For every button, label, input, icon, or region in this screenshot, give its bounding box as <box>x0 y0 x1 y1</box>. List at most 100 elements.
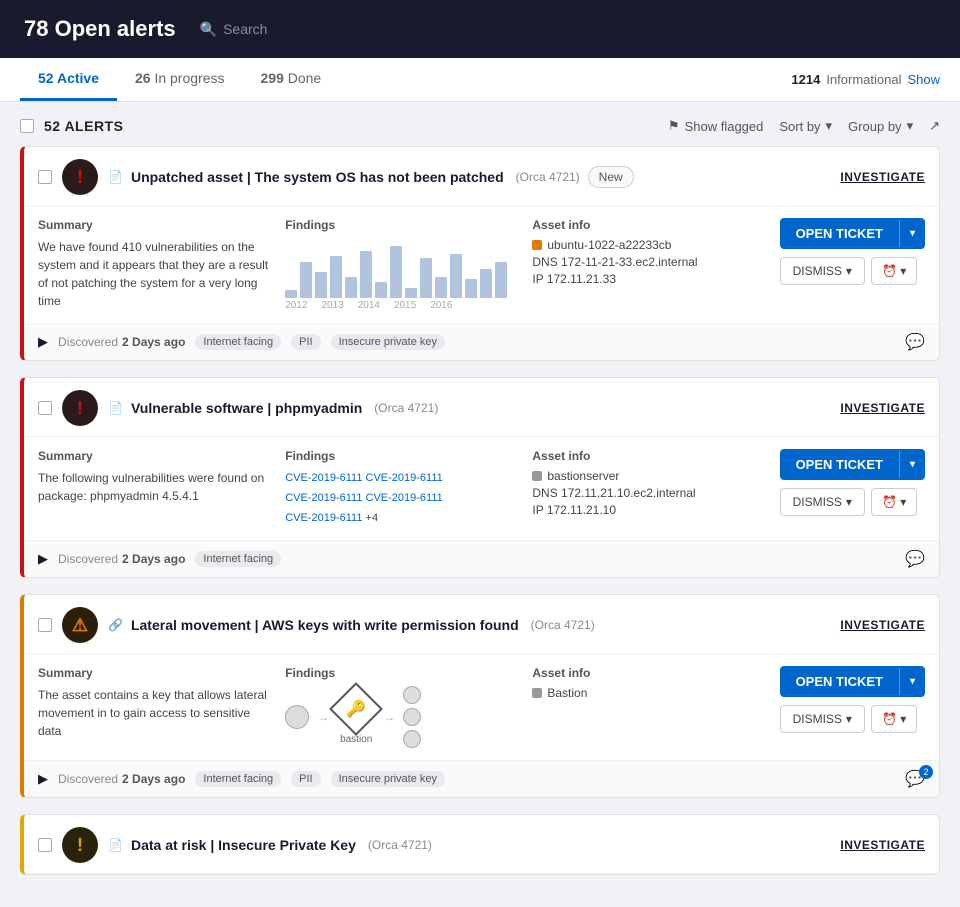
dismiss-button-3[interactable]: DISMISS ▾ <box>780 705 865 733</box>
tab-active[interactable]: 52 Active <box>20 58 117 101</box>
asset-name-1: ubuntu-1022-a22233cb <box>532 238 763 252</box>
summary-section-2: Summary The following vulnerabilities we… <box>38 449 269 528</box>
expand-icon-1[interactable]: ▶ <box>38 334 48 350</box>
chart-bar <box>285 290 297 298</box>
asset-section-3: Asset info Bastion <box>532 666 763 748</box>
page-title: 78 Open alerts <box>24 16 176 42</box>
chart-bar <box>345 277 357 298</box>
lm-arrow-1: → <box>317 710 329 724</box>
summary-section-3: Summary The asset contains a key that al… <box>38 666 269 748</box>
tag-insecure-key-3[interactable]: Insecure private key <box>331 771 445 787</box>
chat-badge-3: 2 <box>919 765 933 779</box>
investigate-link-3[interactable]: INVESTIGATE <box>840 618 925 632</box>
chat-icon-2[interactable]: 💬 <box>905 551 925 568</box>
alert-title-area-2: 📄 Vulnerable software | phpmyadmin (Orca… <box>108 400 438 416</box>
chart-bar <box>435 277 447 298</box>
key-icon: 🔑 <box>346 699 366 719</box>
dismiss-button-2[interactable]: DISMISS ▾ <box>780 488 865 516</box>
findings-section-3: Findings → 🔑 bastion → <box>285 666 516 748</box>
severity-icon-4: ! <box>62 827 98 863</box>
snooze-button-3[interactable]: ⏰ ▾ <box>871 705 917 733</box>
investigate-link-1[interactable]: INVESTIGATE <box>840 170 925 184</box>
asset-name-2: bastionserver <box>532 469 763 483</box>
alert-checkbox-2[interactable] <box>38 401 52 415</box>
alert-header-left-4: ! 📄 Data at risk | Insecure Private Key … <box>38 827 432 863</box>
discovered-text-2: Discovered 2 Days ago <box>58 552 185 566</box>
open-ticket-arrow-2[interactable]: ▾ <box>899 451 925 478</box>
tag-pii-3[interactable]: PII <box>291 771 320 787</box>
alert-checkbox-3[interactable] <box>38 618 52 632</box>
open-ticket-button-1[interactable]: OPEN TICKET ▾ <box>780 218 925 249</box>
mini-chart-1 <box>285 238 516 298</box>
alert-category-2: 📄 <box>108 401 123 415</box>
open-ticket-button-2[interactable]: OPEN TICKET ▾ <box>780 449 925 480</box>
investigate-link-4[interactable]: INVESTIGATE <box>840 838 925 852</box>
tag-internet-facing-1[interactable]: Internet facing <box>195 334 281 350</box>
alert-card-4: ! 📄 Data at risk | Insecure Private Key … <box>20 814 940 875</box>
alert-title-1: Unpatched asset | The system OS has not … <box>131 169 504 185</box>
snooze-button-2[interactable]: ⏰ ▾ <box>871 488 917 516</box>
alerts-container: 52 ALERTS ⚑ Show flagged Sort by ▾ Group… <box>0 102 960 907</box>
alert-checkbox-1[interactable] <box>38 170 52 184</box>
chat-wrap-2: 💬 <box>905 549 925 569</box>
show-informational-link[interactable]: Show <box>907 72 940 87</box>
lm-right-nodes <box>403 686 421 748</box>
lm-node-r1 <box>403 686 421 704</box>
asset-ip-1: IP 172.11.21.33 <box>532 272 763 286</box>
alert-card-3: ⚠ 🔗 Lateral movement | AWS keys with wri… <box>20 594 940 798</box>
search-label: Search <box>223 21 267 37</box>
alert-header-1: ! 📄 Unpatched asset | The system OS has … <box>24 147 939 206</box>
tag-internet-facing-2[interactable]: Internet facing <box>195 551 281 567</box>
severity-icon-2: ! <box>62 390 98 426</box>
tag-insecure-key-1[interactable]: Insecure private key <box>331 334 445 350</box>
sort-by-button[interactable]: Sort by ▾ <box>779 118 832 134</box>
alert-category-1: 📄 <box>108 170 123 184</box>
action-buttons-3: OPEN TICKET ▾ DISMISS ▾ ⏰ ▾ <box>780 666 925 748</box>
lm-node-r3 <box>403 730 421 748</box>
expand-icon-3[interactable]: ▶ <box>38 771 48 787</box>
chat-icon-1[interactable]: 💬 <box>905 334 925 351</box>
discovered-text-3: Discovered 2 Days ago <box>58 772 185 786</box>
search-icon: 🔍 <box>200 21 217 38</box>
action-buttons-2: OPEN TICKET ▾ DISMISS ▾ ⏰ ▾ <box>780 449 925 528</box>
open-ticket-button-3[interactable]: OPEN TICKET ▾ <box>780 666 925 697</box>
investigate-link-2[interactable]: INVESTIGATE <box>840 401 925 415</box>
export-icon: ↗ <box>929 118 940 134</box>
alert-body-1: Summary We have found 410 vulnerabilitie… <box>24 206 939 323</box>
chart-years-1: 2012 2013 2014 2015 2016 <box>285 300 516 311</box>
export-button[interactable]: ↗ <box>929 118 940 134</box>
search-box[interactable]: 🔍 Search <box>200 21 268 38</box>
alert-orca-id-2: (Orca 4721) <box>374 401 438 415</box>
chart-bar <box>390 246 402 298</box>
alert-body-3: Summary The asset contains a key that al… <box>24 654 939 760</box>
alert-header-3: ⚠ 🔗 Lateral movement | AWS keys with wri… <box>24 595 939 654</box>
alert-footer-left-2: ▶ Discovered 2 Days ago Internet facing <box>38 551 281 567</box>
snooze-button-1[interactable]: ⏰ ▾ <box>871 257 917 285</box>
select-all-checkbox[interactable] <box>20 119 34 133</box>
flag-icon: ⚑ <box>668 118 680 134</box>
summary-section-1: Summary We have found 410 vulnerabilitie… <box>38 218 269 311</box>
tab-done[interactable]: 299 Done <box>243 58 340 101</box>
tag-pii-1[interactable]: PII <box>291 334 320 350</box>
dismiss-row-1: DISMISS ▾ ⏰ ▾ <box>780 257 925 285</box>
open-ticket-arrow-3[interactable]: ▾ <box>899 668 925 695</box>
chat-icon-3[interactable]: 💬 2 <box>905 769 925 789</box>
tab-in-progress[interactable]: 26 In progress <box>117 58 243 101</box>
show-flagged-button[interactable]: ⚑ Show flagged <box>668 118 763 134</box>
alert-checkbox-4[interactable] <box>38 838 52 852</box>
dismiss-chevron-3: ▾ <box>846 712 852 726</box>
asset-dns-2: DNS 172.11.21.10.ec2.internal <box>532 486 763 500</box>
group-by-button[interactable]: Group by ▾ <box>848 118 913 134</box>
tabs-right: 1214 Informational Show <box>791 72 940 87</box>
expand-icon-2[interactable]: ▶ <box>38 551 48 567</box>
asset-dot-3 <box>532 688 542 698</box>
open-ticket-arrow-1[interactable]: ▾ <box>899 220 925 247</box>
tag-internet-facing-3[interactable]: Internet facing <box>195 771 281 787</box>
chart-bar <box>405 288 417 298</box>
chart-bar <box>330 256 342 298</box>
alert-orca-id-1: (Orca 4721) <box>516 170 580 184</box>
toolbar-actions: ⚑ Show flagged Sort by ▾ Group by ▾ ↗ <box>668 118 940 134</box>
alerts-count-label: 52 ALERTS <box>44 118 123 134</box>
dismiss-button-1[interactable]: DISMISS ▾ <box>780 257 865 285</box>
chart-bar <box>495 262 507 298</box>
